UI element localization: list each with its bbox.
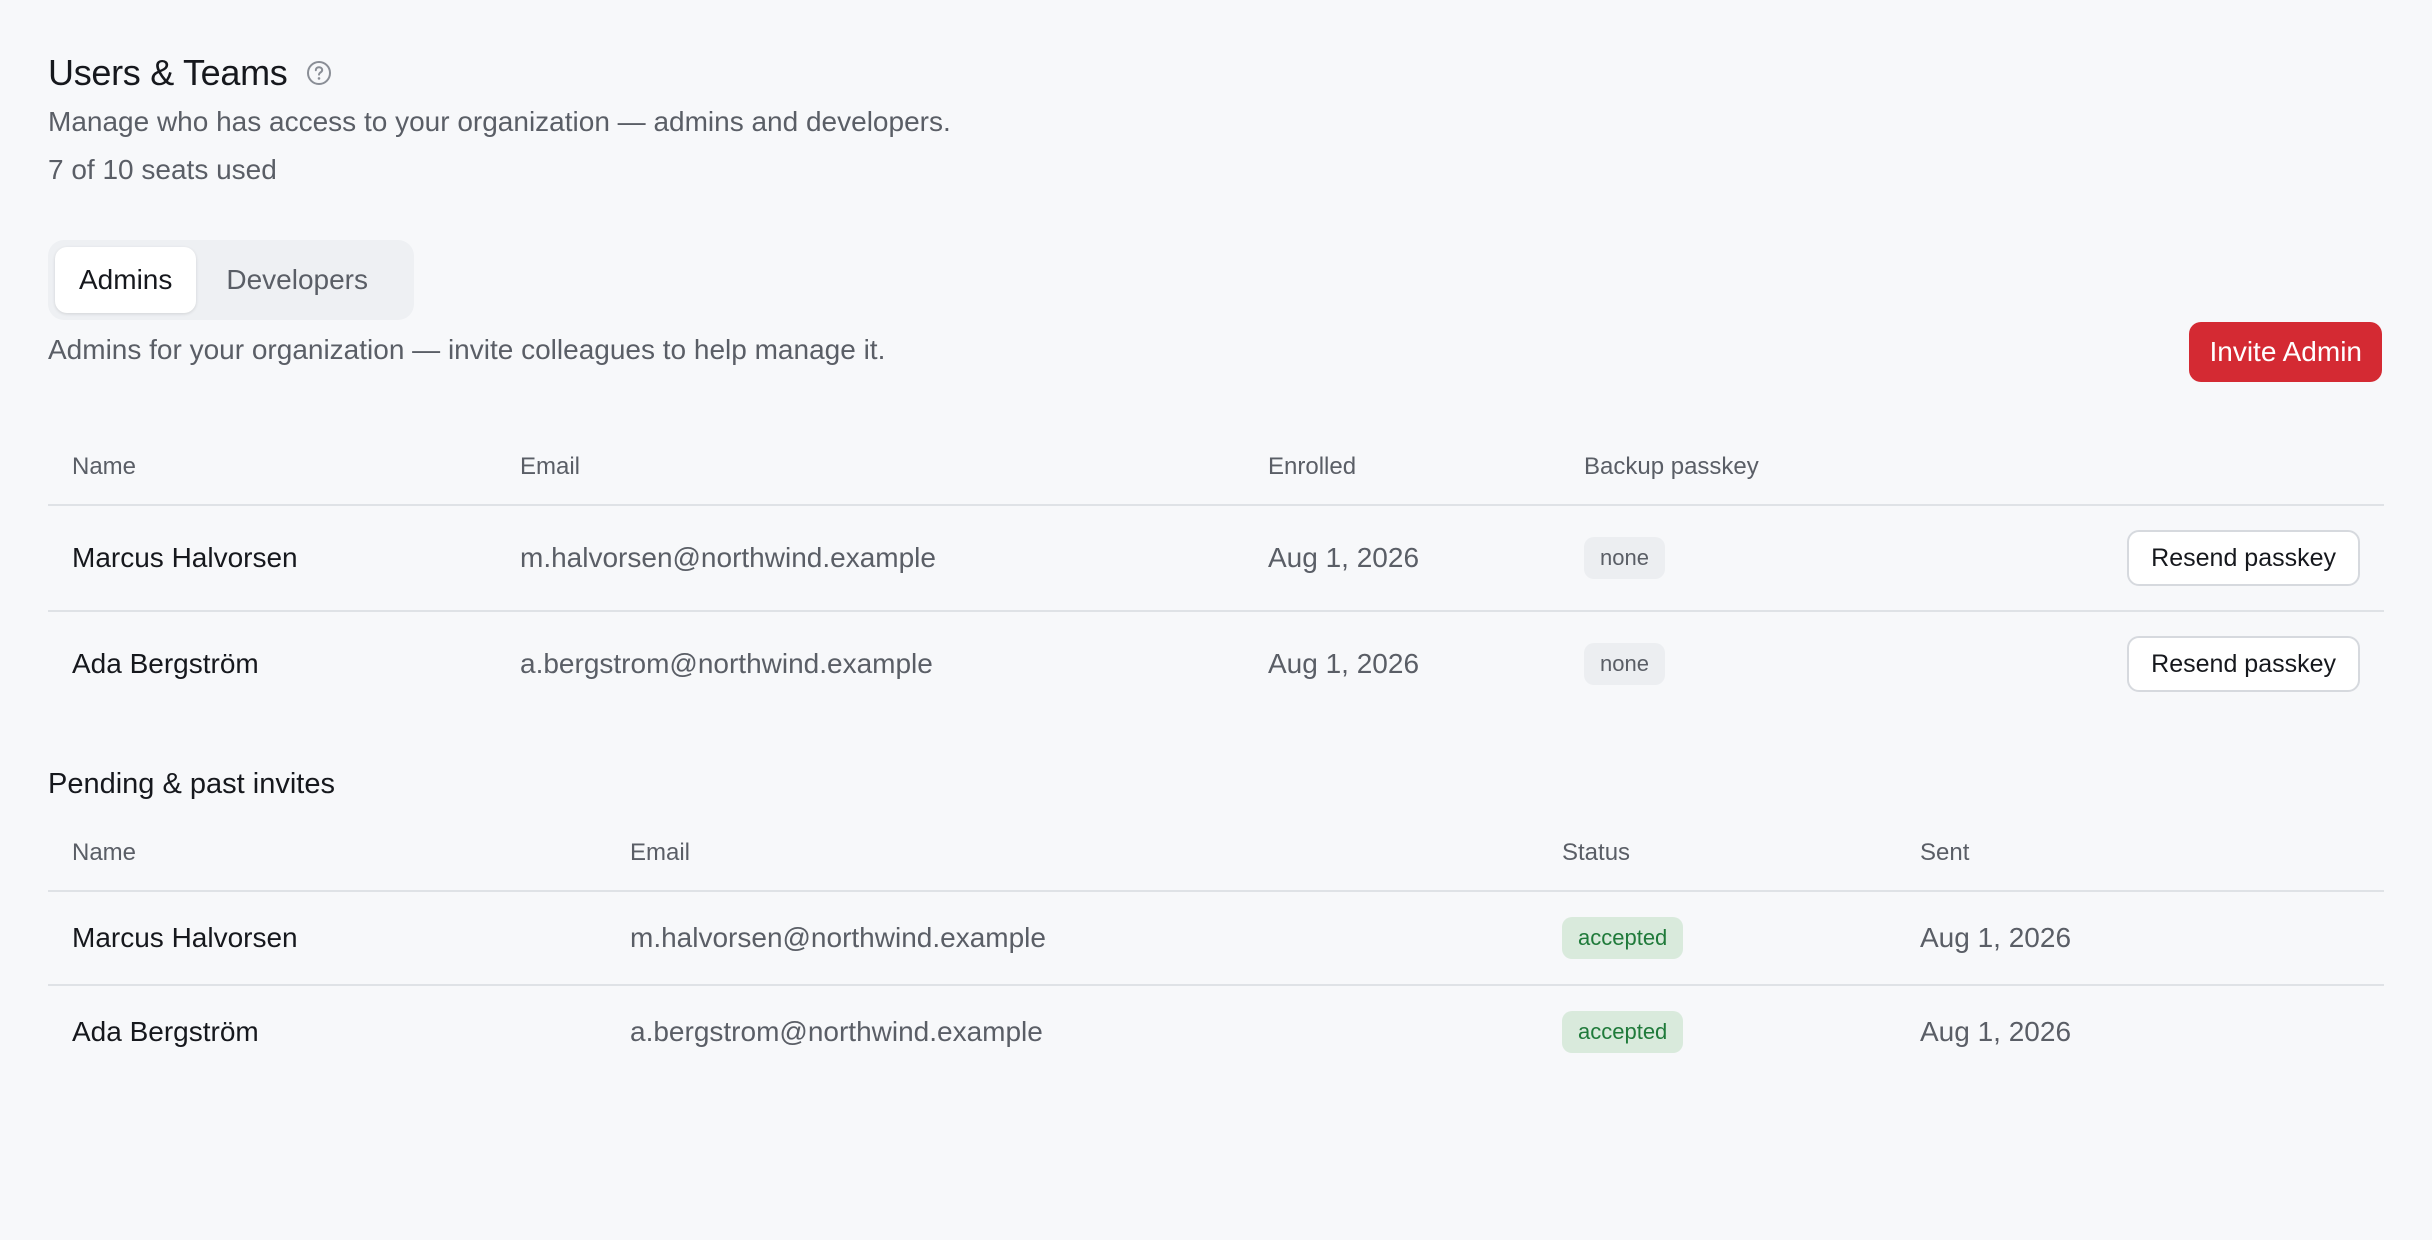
tab-admins[interactable]: Admins	[55, 247, 197, 313]
admin-actions: Resend passkey	[2080, 611, 2384, 716]
invite-email: a.bergstrom@northwind.example	[630, 1016, 1043, 1047]
column-header-name: Name	[48, 816, 606, 892]
column-header-sent: Sent	[1896, 816, 2384, 892]
invite-sent-date: Aug 1, 2026	[1896, 891, 2384, 986]
tab-developers[interactable]: Developers	[202, 247, 392, 313]
invite-name: Ada Bergström	[72, 1016, 259, 1047]
invites-table-header: Name Email Status Sent	[48, 816, 2384, 892]
table-row: Marcus Halvorsen m.halvorsen@northwind.e…	[48, 891, 2384, 986]
admin-backup-passkey: none	[1560, 505, 2080, 612]
question-circle-icon[interactable]	[306, 60, 332, 86]
users-teams-page: Users & Teams Manage who has access to y…	[0, 0, 2432, 1240]
table-row: Marcus Halvorsen m.halvorsen@northwind.e…	[48, 505, 2384, 612]
column-header-backup-passkey: Backup passkey	[1560, 430, 2080, 506]
title-row: Users & Teams	[48, 52, 332, 94]
column-header-email: Email	[606, 816, 1538, 892]
tab-bar: Admins Developers	[48, 240, 414, 320]
column-header-actions	[2080, 430, 2384, 506]
admin-email: a.bergstrom@northwind.example	[520, 648, 933, 679]
admin-enrolled-date: Aug 1, 2026	[1244, 505, 1560, 612]
seats-usage: 7 of 10 seats used	[48, 154, 277, 185]
invites-table: Name Email Status Sent Marcus Halvorsen …	[48, 816, 2384, 1078]
invite-email: m.halvorsen@northwind.example	[606, 891, 1538, 986]
invite-name: Marcus Halvorsen	[48, 891, 606, 986]
column-header-name: Name	[48, 430, 496, 506]
admin-name: Marcus Halvorsen	[48, 505, 496, 612]
admin-enrolled-date: Aug 1, 2026	[1268, 648, 1420, 679]
backup-passkey-badge: none	[1584, 537, 1665, 579]
column-header-enrolled: Enrolled	[1244, 430, 1560, 506]
admin-name: Ada Bergström	[72, 648, 259, 679]
resend-passkey-button[interactable]: Resend passkey	[2127, 530, 2360, 586]
invite-status: accepted	[1538, 891, 1896, 986]
status-badge: accepted	[1562, 1011, 1684, 1053]
resend-passkey-button[interactable]: Resend passkey	[2127, 636, 2360, 692]
column-header-status: Status	[1538, 816, 1896, 892]
admin-backup-passkey: none	[1560, 611, 2080, 716]
admin-email: m.halvorsen@northwind.example	[496, 505, 1244, 612]
table-row: Ada Bergström a.bergstrom@northwind.exam…	[48, 611, 2384, 716]
invite-status: accepted	[1538, 985, 1896, 1078]
column-header-email: Email	[496, 430, 1244, 506]
backup-passkey-badge: none	[1584, 643, 1665, 685]
admins-description: Admins for your organization — invite co…	[48, 334, 886, 365]
admins-table-header: Name Email Enrolled Backup passkey	[48, 430, 2384, 506]
page-subtitle: Manage who has access to your organizati…	[48, 106, 951, 137]
admins-table: Name Email Enrolled Backup passkey Marcu…	[48, 430, 2384, 716]
status-badge: accepted	[1562, 917, 1684, 959]
invite-admin-button[interactable]: Invite Admin	[2189, 322, 2382, 382]
table-row: Ada Bergström a.bergstrom@northwind.exam…	[48, 985, 2384, 1078]
admin-actions: Resend passkey	[2080, 505, 2384, 612]
invite-sent-date: Aug 1, 2026	[1920, 1016, 2072, 1047]
invites-section-title: Pending & past invites	[48, 768, 335, 800]
page-title: Users & Teams	[48, 52, 288, 93]
